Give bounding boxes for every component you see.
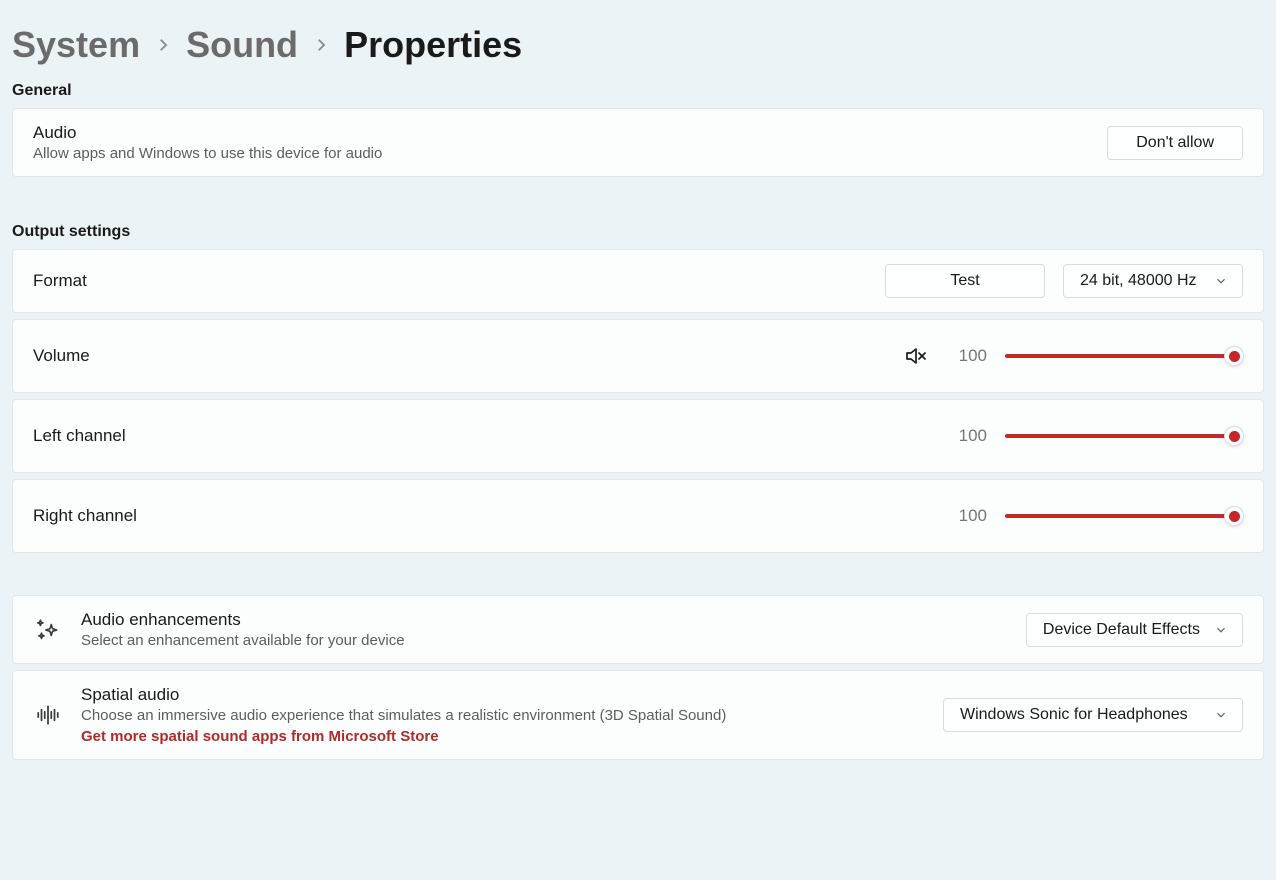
left-channel-value: 100 bbox=[951, 426, 987, 446]
volume-value: 100 bbox=[951, 346, 987, 366]
spatial-store-link[interactable]: Get more spatial sound apps from Microso… bbox=[81, 728, 925, 745]
breadcrumb: System Sound Properties bbox=[12, 12, 1264, 66]
audio-subtitle: Allow apps and Windows to use this devic… bbox=[33, 145, 1089, 162]
chevron-right-icon bbox=[312, 36, 330, 54]
card-format: Format Test 24 bit, 48000 Hz bbox=[12, 249, 1264, 313]
format-select[interactable]: 24 bit, 48000 Hz bbox=[1063, 264, 1243, 298]
volume-label: Volume bbox=[33, 346, 885, 366]
enhancements-select[interactable]: Device Default Effects bbox=[1026, 613, 1243, 647]
spatial-subtitle: Choose an immersive audio experience tha… bbox=[81, 707, 925, 724]
card-volume: Volume 100 bbox=[12, 319, 1264, 393]
enhancements-select-value: Device Default Effects bbox=[1043, 621, 1200, 639]
card-audio-enhancements: Audio enhancements Select an enhancement… bbox=[12, 595, 1264, 664]
enhancements-subtitle: Select an enhancement available for your… bbox=[81, 632, 1008, 649]
left-channel-label: Left channel bbox=[33, 426, 933, 446]
section-header-output: Output settings bbox=[12, 223, 1264, 241]
soundwave-icon bbox=[33, 702, 63, 728]
dont-allow-button[interactable]: Don't allow bbox=[1107, 126, 1243, 160]
speaker-mute-icon[interactable] bbox=[903, 344, 927, 368]
left-channel-slider[interactable] bbox=[1005, 424, 1243, 448]
card-audio: Audio Allow apps and Windows to use this… bbox=[12, 108, 1264, 177]
test-button[interactable]: Test bbox=[885, 264, 1045, 298]
card-spatial-audio: Spatial audio Choose an immersive audio … bbox=[12, 670, 1264, 760]
sparkle-icon bbox=[33, 617, 63, 643]
section-header-general: General bbox=[12, 82, 1264, 100]
right-channel-value: 100 bbox=[951, 506, 987, 526]
chevron-down-icon bbox=[1214, 274, 1228, 288]
spatial-title: Spatial audio bbox=[81, 685, 925, 705]
format-label: Format bbox=[33, 271, 867, 291]
right-channel-label: Right channel bbox=[33, 506, 933, 526]
audio-title: Audio bbox=[33, 123, 1089, 143]
spatial-select-value: Windows Sonic for Headphones bbox=[960, 706, 1200, 724]
breadcrumb-sound[interactable]: Sound bbox=[186, 24, 298, 66]
spatial-select[interactable]: Windows Sonic for Headphones bbox=[943, 698, 1243, 732]
volume-slider[interactable] bbox=[1005, 344, 1243, 368]
chevron-right-icon bbox=[154, 36, 172, 54]
breadcrumb-properties: Properties bbox=[344, 24, 522, 66]
chevron-down-icon bbox=[1214, 623, 1228, 637]
breadcrumb-system[interactable]: System bbox=[12, 24, 140, 66]
enhancements-title: Audio enhancements bbox=[81, 610, 1008, 630]
card-right-channel: Right channel 100 bbox=[12, 479, 1264, 553]
right-channel-slider[interactable] bbox=[1005, 504, 1243, 528]
chevron-down-icon bbox=[1214, 708, 1228, 722]
format-select-value: 24 bit, 48000 Hz bbox=[1080, 272, 1200, 290]
card-left-channel: Left channel 100 bbox=[12, 399, 1264, 473]
